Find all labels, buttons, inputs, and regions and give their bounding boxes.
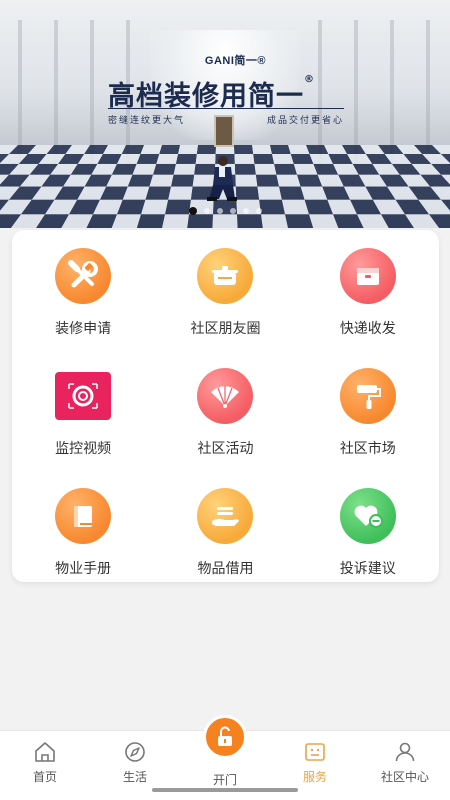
service-panel-icon <box>305 743 325 761</box>
promo-banner[interactable]: GANI简一® 高档装修用简一® 密缝连纹更大气 成品交付更省心 <box>0 0 450 228</box>
carousel-dot[interactable] <box>255 208 262 214</box>
carousel-dot[interactable] <box>203 208 210 214</box>
service-card: 装修申请 社区朋友圈 快递收发 监控视频 社区活动 社区市场 物业手册 物品借用… <box>12 230 439 582</box>
user-icon <box>395 742 415 762</box>
wrench-screwdriver-icon <box>55 248 112 304</box>
home-icon <box>35 742 55 762</box>
carousel-dot[interactable] <box>188 207 197 215</box>
heart-minus-icon <box>339 488 396 544</box>
home-indicator[interactable] <box>152 788 298 792</box>
service-decoration-apply[interactable]: 装修申请 <box>12 248 154 338</box>
cooking-pot-icon <box>197 248 254 304</box>
service-item-borrowing[interactable]: 物品借用 <box>154 488 296 578</box>
banner-brand: GANI简一® <box>204 55 266 67</box>
package-box-icon <box>339 248 396 304</box>
service-complaint-suggestion[interactable]: 投诉建议 <box>297 488 439 578</box>
app-page: GANI简一® 高档装修用简一® 密缝连纹更大气 成品交付更省心 装修申请 社区… <box>0 0 450 800</box>
paint-roller-icon <box>339 368 396 424</box>
carousel-dot[interactable] <box>229 208 236 214</box>
service-community-market[interactable]: 社区市场 <box>297 368 439 458</box>
camera-lens-icon <box>55 372 112 420</box>
nav-home[interactable]: 首页 <box>0 731 90 800</box>
carousel-dot[interactable] <box>242 208 249 214</box>
book-icon <box>55 488 112 544</box>
unlock-icon <box>218 726 232 746</box>
kneeling-man-figure <box>207 156 237 201</box>
service-community-moments[interactable]: 社区朋友圈 <box>154 248 296 338</box>
folding-fan-icon <box>197 368 254 424</box>
service-surveillance-video[interactable]: 监控视频 <box>12 368 154 458</box>
service-grid: 装修申请 社区朋友圈 快递收发 监控视频 社区活动 社区市场 物业手册 物品借用… <box>12 248 439 578</box>
compass-icon <box>125 742 145 762</box>
nav-profile[interactable]: 社区中心 <box>360 731 450 800</box>
banner-tagline: 密缝连纹更大气 成品交付更省心 <box>108 116 344 126</box>
service-express-delivery[interactable]: 快递收发 <box>297 248 439 338</box>
hand-giving-icon <box>197 488 254 544</box>
service-property-handbook[interactable]: 物业手册 <box>12 488 154 578</box>
carousel-indicator[interactable] <box>0 207 450 215</box>
carousel-dot[interactable] <box>216 208 223 214</box>
open-door-button[interactable] <box>203 715 247 759</box>
service-community-activity[interactable]: 社区活动 <box>154 368 296 458</box>
